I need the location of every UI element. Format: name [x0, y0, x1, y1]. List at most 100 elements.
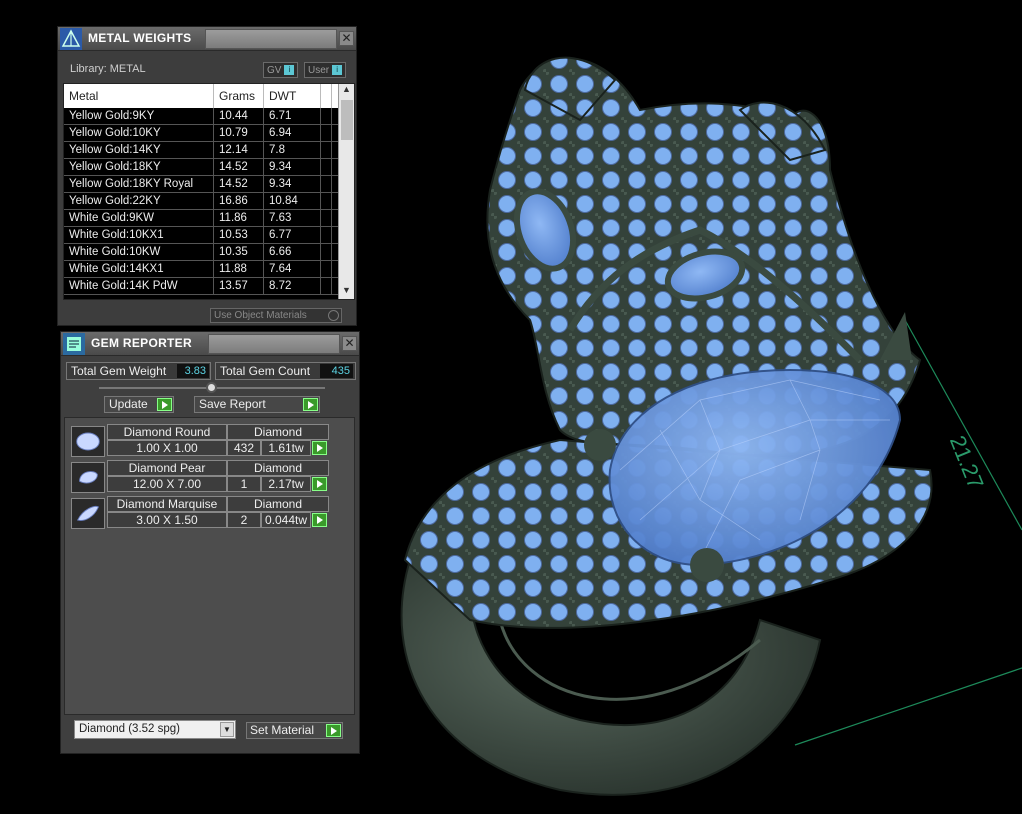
cell-grams: 10.53: [214, 227, 264, 243]
cell-metal: Yellow Gold:18KY Royal: [64, 176, 214, 192]
select-gem-button[interactable]: [312, 513, 327, 527]
gem-pear-icon: [71, 462, 105, 493]
metal-table[interactable]: Metal Grams DWT Yellow Gold:9KY 10.44 6.71…: [63, 83, 355, 300]
update-button[interactable]: Update: [104, 396, 174, 413]
table-row[interactable]: Yellow Gold:14KY 12.14 7.8: [64, 142, 354, 159]
metal-table-body: Yellow Gold:9KY 10.44 6.71 Yellow Gold:10KY…: [64, 108, 354, 295]
total-gem-weight-value: 3.83: [177, 364, 209, 378]
cell-dwt: 6.94: [264, 125, 321, 141]
metal-weights-title: METAL WEIGHTS: [88, 31, 192, 45]
gem-row[interactable]: Diamond Pear Diamond 12.00 X 7.00 1 2.17tw: [71, 460, 329, 494]
cell-metal: White Gold:10KW: [64, 244, 214, 260]
play-icon: [303, 398, 318, 411]
save-report-button[interactable]: Save Report: [194, 396, 320, 413]
chevron-down-icon[interactable]: ▼: [220, 722, 234, 737]
gem-name: Diamond Marquise: [107, 496, 227, 512]
cell-dwt: 7.63: [264, 210, 321, 226]
table-row[interactable]: White Gold:10KX1 10.53 6.77: [64, 227, 354, 244]
scroll-thumb[interactable]: [341, 100, 353, 140]
gem-list[interactable]: Diamond Round Diamond 1.00 X 1.00 432 1.61tw…: [64, 417, 355, 715]
cell-dwt: 10.84: [264, 193, 321, 209]
gem-row[interactable]: Diamond Marquise Diamond 3.00 X 1.50 2 0.044…: [71, 496, 329, 530]
gem-name: Diamond Round: [107, 424, 227, 440]
table-row[interactable]: Yellow Gold:9KY 10.44 6.71: [64, 108, 354, 125]
column-header-grams[interactable]: Grams: [214, 84, 264, 108]
table-row[interactable]: Yellow Gold:22KY 16.86 10.84: [64, 193, 354, 210]
cell-grams: 16.86: [214, 193, 264, 209]
cell-grams: 12.14: [214, 142, 264, 158]
slider-knob[interactable]: [206, 382, 217, 393]
gem-reporter-title: GEM REPORTER: [91, 336, 192, 350]
play-icon: [157, 398, 172, 411]
gem-size: 12.00 X 7.00: [107, 476, 227, 492]
scroll-down-icon[interactable]: ▼: [339, 285, 354, 299]
gem-weight: 0.044tw: [261, 512, 311, 528]
cell-dwt: 7.8: [264, 142, 321, 158]
titlebar-grip[interactable]: [208, 334, 340, 354]
gem-slider[interactable]: [99, 382, 325, 393]
gem-material: Diamond: [227, 460, 329, 476]
cell-metal: White Gold:14KX1: [64, 261, 214, 277]
scroll-up-icon[interactable]: ▲: [339, 84, 354, 98]
cell-metal: Yellow Gold:9KY: [64, 108, 214, 124]
set-material-button[interactable]: Set Material: [246, 722, 343, 739]
cell-metal: Yellow Gold:14KY: [64, 142, 214, 158]
close-icon[interactable]: ✕: [339, 31, 354, 46]
cell-grams: 11.88: [214, 261, 264, 277]
cell-dwt: 7.64: [264, 261, 321, 277]
table-row[interactable]: White Gold:10KW 10.35 6.66: [64, 244, 354, 261]
total-gem-count-value: 435: [320, 364, 353, 378]
table-row[interactable]: Yellow Gold:18KY Royal 14.52 9.34: [64, 176, 354, 193]
gem-count: 432: [227, 440, 261, 456]
select-gem-button[interactable]: [312, 477, 327, 491]
library-label: Library: METAL: [70, 63, 146, 75]
column-header-dwt[interactable]: DWT: [264, 84, 321, 108]
table-row[interactable]: Yellow Gold:10KY 10.79 6.94: [64, 125, 354, 142]
cell-metal: Yellow Gold:10KY: [64, 125, 214, 141]
cell-grams: 10.79: [214, 125, 264, 141]
gem-row[interactable]: Diamond Round Diamond 1.00 X 1.00 432 1.61tw: [71, 424, 329, 458]
titlebar-grip[interactable]: [205, 29, 337, 49]
cell-dwt: 9.34: [264, 159, 321, 175]
gem-reporter-titlebar[interactable]: GEM REPORTER ✕: [61, 332, 359, 356]
gem-marquise-icon: [71, 498, 105, 529]
select-gem-button[interactable]: [312, 441, 327, 455]
user-toggle[interactable]: User i: [304, 62, 347, 78]
gem-size: 3.00 X 1.50: [107, 512, 227, 528]
cell-grams: 10.35: [214, 244, 264, 260]
total-gem-count: Total Gem Count 435: [215, 362, 356, 380]
gv-toggle[interactable]: GV i: [263, 62, 299, 78]
report-icon: [63, 333, 85, 355]
cell-dwt: 8.72: [264, 278, 321, 294]
cell-metal: White Gold:14K PdW: [64, 278, 214, 294]
column-header-metal[interactable]: Metal: [64, 84, 214, 108]
table-row[interactable]: White Gold:9KW 11.86 7.63: [64, 210, 354, 227]
cell-grams: 14.52: [214, 176, 264, 192]
material-select[interactable]: Diamond (3.52 spg) ▼: [74, 720, 236, 739]
scale-icon: [60, 28, 82, 50]
total-gem-weight: Total Gem Weight 3.83: [66, 362, 211, 380]
gem-round-icon: [71, 426, 105, 457]
cell-dwt: 6.77: [264, 227, 321, 243]
cell-dwt: 6.66: [264, 244, 321, 260]
gv-info-icon: i: [284, 65, 295, 75]
cell-dwt: 9.34: [264, 176, 321, 192]
gem-count: 2: [227, 512, 261, 528]
cell-metal: White Gold:9KW: [64, 210, 214, 226]
play-icon: [326, 724, 341, 737]
metal-table-header: Metal Grams DWT: [64, 84, 354, 108]
metal-table-scrollbar[interactable]: ▲ ▼: [338, 84, 354, 299]
cell-grams: 14.52: [214, 159, 264, 175]
close-icon[interactable]: ✕: [342, 336, 357, 351]
table-row[interactable]: Yellow Gold:18KY 14.52 9.34: [64, 159, 354, 176]
gem-weight: 2.17tw: [261, 476, 311, 492]
table-row[interactable]: White Gold:14KX1 11.88 7.64: [64, 261, 354, 278]
table-row[interactable]: White Gold:14K PdW 13.57 8.72: [64, 278, 354, 295]
metal-weights-titlebar[interactable]: METAL WEIGHTS ✕: [58, 27, 356, 51]
cell-metal: Yellow Gold:18KY: [64, 159, 214, 175]
use-object-materials-toggle[interactable]: Use Object Materials: [210, 308, 342, 323]
cell-grams: 11.86: [214, 210, 264, 226]
gem-count: 1: [227, 476, 261, 492]
cell-dwt: 6.71: [264, 108, 321, 124]
toggle-icon: [328, 310, 339, 321]
